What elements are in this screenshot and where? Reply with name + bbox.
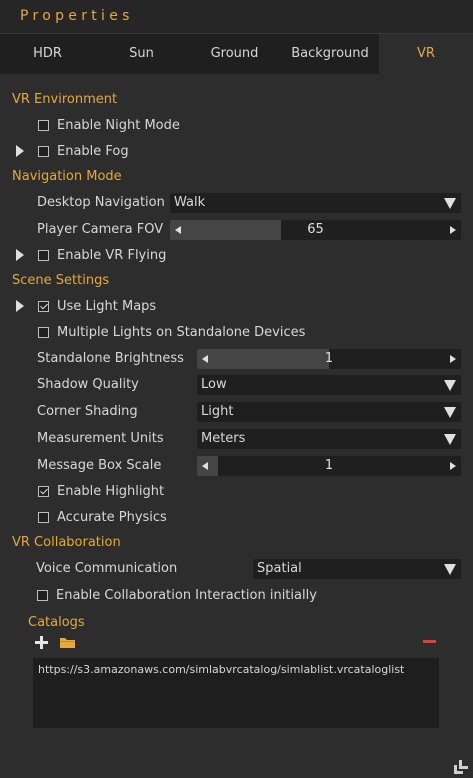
tab-background[interactable]: Background [281,34,379,74]
increment-arrow-icon[interactable] [450,226,456,234]
voice-communication-dropdown[interactable]: Spatial [253,559,461,579]
collaboration-interaction-checkbox[interactable] [37,590,48,601]
section-navigation-mode: Navigation Mode [12,169,122,184]
night-mode-label: Enable Night Mode [57,118,180,133]
tab-bar: HDR Sun Ground Background VR [0,33,473,74]
player-fov-slider[interactable]: 65 [170,220,461,240]
add-icon[interactable] [35,636,48,649]
corner-shading-dropdown[interactable]: Light [197,402,461,422]
standalone-brightness-slider[interactable]: 1 [197,349,461,369]
chevron-down-icon [444,407,456,418]
window-title: Properties [20,8,134,24]
measurement-units-label: Measurement Units [37,431,164,446]
player-fov-label: Player Camera FOV [37,222,164,237]
chevron-down-icon [444,198,456,209]
voice-communication-label: Voice Communication [36,561,178,576]
night-mode-checkbox[interactable] [38,120,49,131]
desktop-navigation-value: Walk [174,195,206,210]
folder-icon[interactable] [60,637,75,648]
shadow-quality-value: Low [201,377,227,392]
message-box-scale-slider[interactable]: 1 [197,456,461,476]
light-maps-label: Use Light Maps [57,299,157,314]
measurement-units-value: Meters [201,431,246,446]
corner-shading-label: Corner Shading [37,404,138,419]
expand-fog-icon[interactable] [16,145,24,157]
player-fov-value: 65 [307,222,324,237]
section-vr-environment: VR Environment [12,92,118,107]
remove-icon[interactable] [423,640,436,643]
expand-light-maps-icon[interactable] [16,300,24,312]
desktop-navigation-dropdown[interactable]: Walk [170,193,461,213]
light-maps-checkbox[interactable] [38,301,49,312]
standalone-brightness-value: 1 [324,351,334,366]
tab-sun[interactable]: Sun [95,34,188,74]
measurement-units-dropdown[interactable]: Meters [197,429,461,449]
tab-hdr[interactable]: HDR [0,34,95,74]
shadow-quality-label: Shadow Quality [37,377,139,392]
increment-arrow-icon[interactable] [450,355,456,363]
resize-handle-icon[interactable] [452,757,470,775]
corner-shading-value: Light [201,404,234,419]
highlight-checkbox[interactable] [38,486,49,497]
chevron-down-icon [444,434,456,445]
fog-checkbox[interactable] [38,146,49,157]
section-scene-settings: Scene Settings [12,273,110,288]
increment-arrow-icon[interactable] [450,462,456,470]
vr-flying-label: Enable VR Flying [57,248,167,263]
multiple-lights-label: Multiple Lights on Standalone Devices [57,325,306,340]
shadow-quality-dropdown[interactable]: Low [197,375,461,395]
fog-label: Enable Fog [57,144,129,159]
tab-ground[interactable]: Ground [188,34,281,74]
highlight-label: Enable Highlight [57,484,165,499]
multiple-lights-checkbox[interactable] [38,327,49,338]
standalone-brightness-label: Standalone Brightness [37,351,184,366]
catalog-list-item[interactable]: https://s3.amazonaws.com/simlabvrcatalog… [38,663,404,676]
accurate-physics-checkbox[interactable] [38,512,49,523]
message-box-scale-label: Message Box Scale [37,458,162,473]
section-catalogs: Catalogs [28,615,85,630]
tab-vr[interactable]: VR [379,34,473,74]
chevron-down-icon [444,564,456,575]
chevron-down-icon [444,380,456,391]
accurate-physics-label: Accurate Physics [57,510,167,525]
desktop-navigation-label: Desktop Navigation [37,195,165,210]
voice-communication-value: Spatial [257,561,302,576]
section-vr-collaboration: VR Collaboration [12,535,121,550]
message-box-scale-value: 1 [324,458,334,473]
vr-flying-checkbox[interactable] [38,250,49,261]
collaboration-interaction-label: Enable Collaboration Interaction initial… [56,588,317,603]
expand-vr-flying-icon[interactable] [16,249,24,261]
